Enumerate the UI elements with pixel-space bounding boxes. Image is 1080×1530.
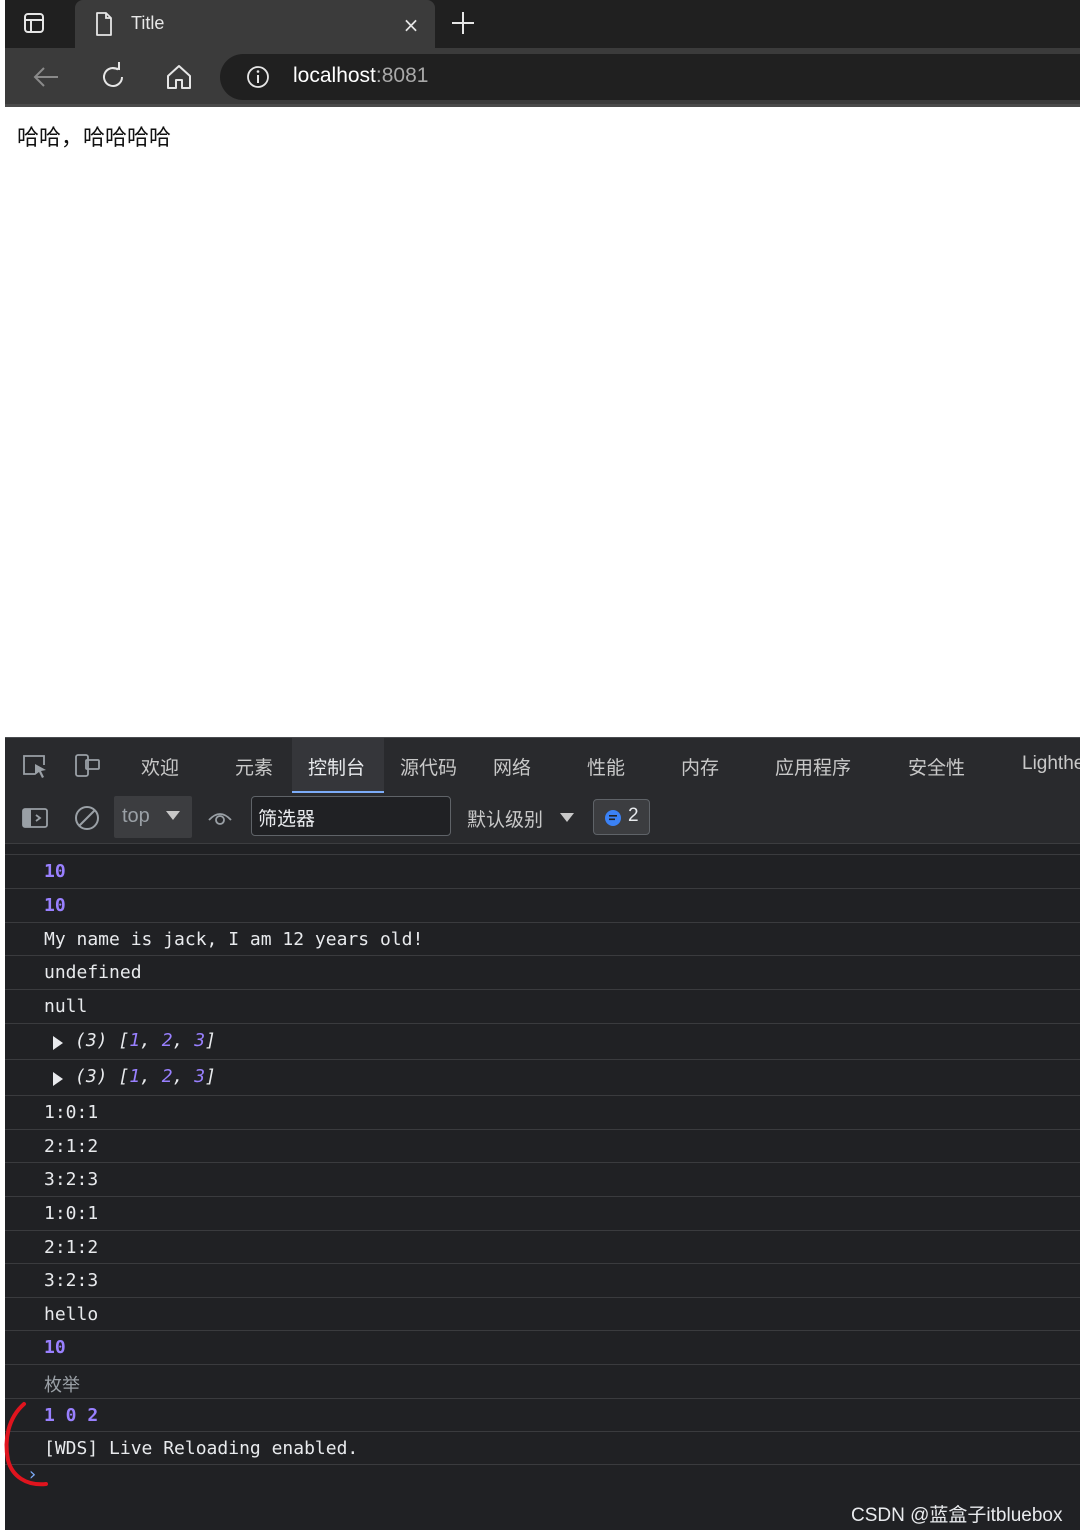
console-row: 1 0 2 (5, 1399, 1080, 1432)
issues-button[interactable]: 2 (593, 799, 650, 835)
console-message: 1:0:1 (44, 1203, 99, 1224)
console-message: My name is jack, I am 12 years old! (44, 929, 424, 950)
array-item: 2 (161, 1066, 173, 1087)
console-row: 1:0:1 (5, 1197, 1080, 1231)
console-message: null (44, 996, 88, 1017)
console-message: undefined (44, 962, 142, 983)
page-body-text: 哈哈，哈哈哈哈 (17, 126, 172, 151)
console-message: 3:2:3 (44, 1169, 99, 1190)
log-level-dropdown[interactable]: 默认级别 (467, 805, 543, 832)
console-row-array[interactable]: (3) [1, 2, 3] (5, 1024, 1080, 1060)
console-row: 10 (5, 855, 1080, 889)
home-icon[interactable] (164, 62, 194, 92)
document-icon (96, 12, 112, 36)
toolbar-divider (5, 104, 1080, 107)
console-row: 3:2:3 (5, 1264, 1080, 1298)
tab-lighthouse[interactable]: Lighthe (1022, 753, 1080, 775)
url-host: localhost (293, 64, 376, 87)
watermark: CSDN @蓝盒子itbluebox (851, 1505, 1063, 1526)
site-info-icon[interactable] (246, 65, 270, 89)
close-tab-icon[interactable]: × (399, 13, 423, 37)
issues-count: 2 (628, 805, 639, 826)
devtools-panel: 欢迎 元素 控制台 源代码 网络 性能 内存 应用程序 安全性 Lighthe … (5, 737, 1080, 1530)
devtools-tab-bar: 欢迎 元素 控制台 源代码 网络 性能 内存 应用程序 安全性 Lighthe (5, 737, 1080, 794)
console-toolbar: top 筛选器 默认级别 2 (5, 793, 1080, 844)
console-row: [WDS] Live Reloading enabled. (5, 1432, 1080, 1465)
tab-memory[interactable]: 内存 (681, 753, 719, 780)
inspect-element-icon[interactable] (21, 752, 49, 780)
context-selector[interactable]: top (114, 796, 192, 838)
tab-network[interactable]: 网络 (493, 753, 531, 780)
tab-console[interactable]: 控制台 (308, 753, 365, 780)
console-row: 枚举 (5, 1365, 1080, 1399)
console-message: hello (44, 1304, 99, 1325)
tab-elements[interactable]: 元素 (235, 753, 273, 780)
clear-console-icon[interactable] (73, 804, 101, 832)
sidebar-toggle-icon[interactable] (21, 804, 49, 832)
new-tab-icon[interactable] (449, 8, 477, 38)
array-length: (3) [ (75, 1030, 130, 1051)
array-item: 3 (194, 1066, 206, 1087)
browser-tab-bar: Title × (5, 0, 1080, 48)
console-message: 2:1:2 (44, 1237, 99, 1258)
console-row-clipped (5, 844, 1080, 855)
console-output[interactable]: 10 10 My name is jack, I am 12 years old… (5, 844, 1080, 1530)
expand-triangle-icon[interactable] (53, 1072, 63, 1086)
refresh-icon[interactable] (98, 62, 128, 92)
console-row: 10 (5, 889, 1080, 923)
tab-security[interactable]: 安全性 (908, 753, 965, 780)
tab-application[interactable]: 应用程序 (775, 753, 851, 780)
annotation-red-bracket (4, 1402, 48, 1487)
workspaces-icon[interactable] (23, 12, 45, 34)
browser-toolbar: localhost:8081 (5, 48, 1080, 106)
console-message: 2:1:2 (44, 1136, 99, 1157)
url-text: localhost:8081 (293, 64, 428, 88)
address-bar[interactable]: localhost:8081 (220, 54, 1080, 100)
console-message: [WDS] Live Reloading enabled. (44, 1438, 359, 1459)
console-row: My name is jack, I am 12 years old! (5, 923, 1080, 956)
back-icon[interactable] (31, 62, 61, 92)
console-row: 10 (5, 1331, 1080, 1365)
console-message: 枚举 (44, 1375, 80, 1396)
tab-sources[interactable]: 源代码 (400, 753, 457, 780)
tab-performance[interactable]: 性能 (587, 753, 625, 780)
console-row: 2:1:2 (5, 1130, 1080, 1163)
context-label: top (122, 805, 150, 827)
array-item: 3 (194, 1030, 206, 1051)
console-message: 1:0:1 (44, 1102, 99, 1123)
array-item: 1 (129, 1066, 141, 1087)
console-row: 2:1:2 (5, 1231, 1080, 1264)
array-preview[interactable]: (3) [1, 2, 3] (75, 1030, 216, 1051)
message-icon (605, 810, 621, 826)
console-message: 10 (44, 895, 66, 916)
array-item: 2 (161, 1030, 173, 1051)
live-expression-eye-icon[interactable] (206, 804, 234, 832)
expand-triangle-icon[interactable] (53, 1036, 63, 1050)
console-message: 3:2:3 (44, 1270, 99, 1291)
array-preview[interactable]: (3) [1, 2, 3] (75, 1066, 216, 1087)
console-row: undefined (5, 956, 1080, 990)
console-row: hello (5, 1298, 1080, 1331)
console-row: 1:0:1 (5, 1096, 1080, 1130)
console-row: null (5, 990, 1080, 1024)
device-toolbar-icon[interactable] (73, 752, 101, 780)
browser-tab[interactable]: Title × (75, 0, 435, 48)
tab-welcome[interactable]: 欢迎 (141, 753, 179, 780)
console-message: 10 (44, 861, 66, 882)
filter-input[interactable]: 筛选器 (251, 796, 451, 836)
chevron-down-icon (560, 813, 574, 822)
console-row: 3:2:3 (5, 1163, 1080, 1197)
tab-title: Title (131, 13, 165, 33)
array-item: 1 (129, 1030, 141, 1051)
chevron-down-icon (166, 811, 180, 820)
array-length: (3) [ (75, 1066, 130, 1087)
console-row-array[interactable]: (3) [1, 2, 3] (5, 1060, 1080, 1096)
url-port: :8081 (375, 64, 429, 87)
console-message: 10 (44, 1337, 66, 1358)
